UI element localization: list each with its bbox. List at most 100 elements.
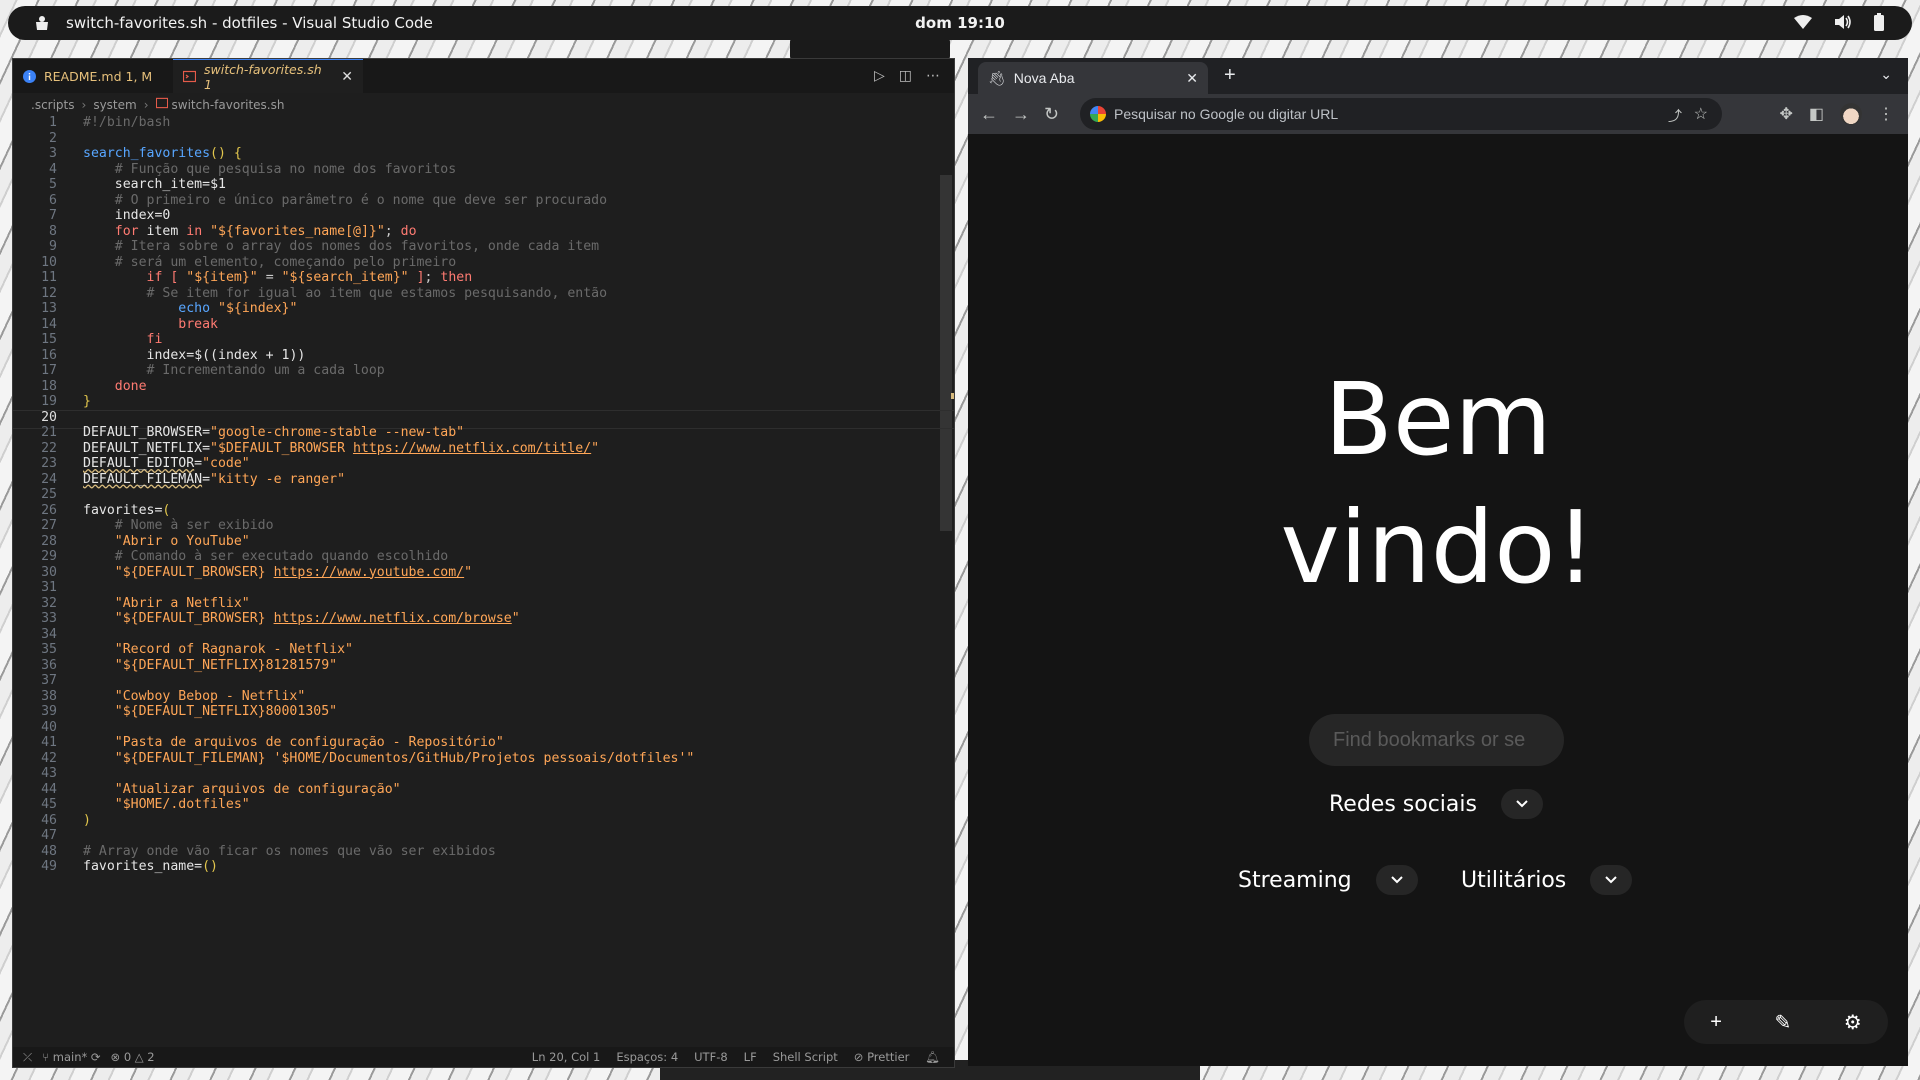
reload-icon[interactable]: ↻	[1044, 104, 1059, 125]
code-line[interactable]: 45 "$HOME/.dotfiles"	[13, 797, 250, 813]
code-line[interactable]: 30 "${DEFAULT_BROWSER} https://www.youtu…	[13, 565, 472, 581]
code-line[interactable]: 43	[13, 766, 83, 782]
new-tab-button[interactable]: +	[1224, 64, 1236, 87]
code-line[interactable]: 17 # Incrementando um a cada loop	[13, 363, 385, 379]
indentation[interactable]: Espaços: 4	[616, 1050, 678, 1064]
breadcrumb-item[interactable]: system	[93, 98, 136, 112]
bookmark-search-input[interactable]: Find bookmarks or se	[1309, 714, 1564, 766]
code-line[interactable]: 26 favorites=(	[13, 503, 170, 519]
more-icon[interactable]: ⋯	[926, 68, 940, 84]
settings-icon[interactable]: ⚙	[1844, 1010, 1862, 1035]
language-mode[interactable]: Shell Script	[773, 1050, 838, 1064]
code-line[interactable]: 6 # O primeiro e único parâmetro é o nom…	[13, 193, 607, 209]
remote-icon[interactable]: ⤫	[23, 1050, 32, 1065]
close-tab-icon[interactable]: ✕	[341, 69, 353, 85]
code-line[interactable]: 46)	[13, 813, 91, 829]
volume-icon[interactable]	[1834, 14, 1852, 30]
code-line[interactable]: 8 for item in "${favorites_name[@]}"; do	[13, 224, 417, 240]
code-line[interactable]: 47	[13, 828, 83, 844]
side-panel-icon[interactable]: ◧	[1809, 104, 1824, 124]
run-icon[interactable]: ▷	[874, 68, 885, 84]
code-line[interactable]: 2	[13, 131, 83, 147]
edit-icon[interactable]: ✎	[1774, 1010, 1791, 1035]
bookmark-star-icon[interactable]: ☆	[1694, 104, 1708, 124]
code-line[interactable]: 5 search_item=$1	[13, 177, 226, 193]
code-line[interactable]: 16 index=$((index + 1))	[13, 348, 305, 364]
formatter[interactable]: ⊘ Prettier	[854, 1050, 910, 1064]
code-line[interactable]: 1 #!/bin/bash	[13, 115, 170, 131]
code-line[interactable]: 10 # será um elemento, começando pelo pr…	[13, 255, 456, 271]
code-line[interactable]: 48 # Array onde vão ficar os nomes que vã…	[13, 844, 496, 860]
breadcrumb-item[interactable]: .scripts	[31, 98, 75, 112]
chevron-down-icon[interactable]	[1500, 789, 1543, 819]
code-line[interactable]: 28 "Abrir o YouTube"	[13, 534, 250, 550]
battery-icon[interactable]	[1874, 13, 1884, 31]
split-editor-icon[interactable]: ◫	[899, 68, 912, 84]
code-line[interactable]: 21 DEFAULT_BROWSER="google-chrome-stable …	[13, 425, 464, 441]
code-line[interactable]: 22 DEFAULT_NETFLIX="$DEFAULT_BROWSER http…	[13, 441, 599, 457]
code-line[interactable]: 19}	[13, 394, 91, 410]
avatar[interactable]	[1840, 103, 1862, 125]
tab-readme[interactable]: README.md 1, M	[13, 59, 168, 93]
editor-scrollbar[interactable]	[940, 175, 952, 531]
code-line[interactable]: 9 # Itera sobre o array dos nomes dos fa…	[13, 239, 599, 255]
code-line[interactable]: 15 fi	[13, 332, 162, 348]
code-line[interactable]: 27 # Nome à ser exibido	[13, 518, 273, 534]
tab-search-icon[interactable]: ⌄	[1880, 66, 1892, 83]
address-bar[interactable]: Pesquisar no Google ou digitar URL ⤴ ☆	[1080, 98, 1722, 130]
chevron-down-icon[interactable]	[1375, 865, 1418, 895]
forward-icon[interactable]: →	[1012, 104, 1030, 125]
menu-icon[interactable]: ⋮	[1878, 104, 1894, 124]
code-line[interactable]: 44 "Atualizar arquivos de configuração"	[13, 782, 400, 798]
code-line[interactable]: 14 break	[13, 317, 218, 333]
bell-icon[interactable]: 🔔︎	[925, 1050, 940, 1064]
line-ending[interactable]: LF	[744, 1050, 757, 1064]
breadcrumb-item[interactable]: switch-favorites.sh	[172, 98, 285, 112]
code-line[interactable]: 11 if [ "${item}" = "${search_item}" ]; …	[13, 270, 472, 286]
group-utilitarios[interactable]: Utilitários	[1461, 865, 1633, 895]
code-editor[interactable]: 1 #!/bin/bash 2 3 search_favorites() {4 # Fu…	[13, 115, 954, 1046]
close-tab-icon[interactable]: ✕	[1186, 70, 1198, 87]
code-line[interactable]: 7 index=0	[13, 208, 170, 224]
code-line[interactable]: 41 "Pasta de arquivos de configuração - …	[13, 735, 504, 751]
code-line[interactable]: 32 "Abrir a Netflix"	[13, 596, 250, 612]
code-line[interactable]: 12 # Se item for igual ao item que estam…	[13, 286, 607, 302]
encoding[interactable]: UTF-8	[694, 1050, 728, 1064]
clock[interactable]: dom 19:10	[8, 14, 1912, 32]
tab-switch-favorites[interactable]: switch-favorites.sh 1 ✕	[173, 59, 363, 93]
code-line[interactable]: 39 "${DEFAULT_NETFLIX}80001305"	[13, 704, 337, 720]
code-line[interactable]: 4 # Função que pesquisa no nome dos favo…	[13, 162, 456, 178]
code-line[interactable]: 29 # Comando à ser executado quando esco…	[13, 549, 448, 565]
share-icon[interactable]: ⤴	[1668, 106, 1682, 126]
code-line[interactable]: 34	[13, 627, 83, 643]
code-line[interactable]: 36 "${DEFAULT_NETFLIX}81281579"	[13, 658, 337, 674]
line-number: 26	[41, 502, 57, 518]
code-line[interactable]: 18 done	[13, 379, 146, 395]
code-line[interactable]: 33 "${DEFAULT_BROWSER} https://www.netfl…	[13, 611, 520, 627]
problems-count[interactable]: ⊗ 0 △ 2	[111, 1050, 155, 1065]
system-tray[interactable]	[1794, 13, 1884, 31]
code-line[interactable]: 23 DEFAULT_EDITOR="code"	[13, 456, 250, 472]
extensions-icon[interactable]: ✥	[1779, 104, 1792, 124]
chevron-down-icon[interactable]	[1590, 865, 1633, 895]
code-line[interactable]: 3 search_favorites() {	[13, 146, 242, 162]
code-line[interactable]: 24 DEFAULT_FILEMAN="kitty -e ranger"	[13, 472, 345, 488]
back-icon[interactable]: ←	[980, 104, 998, 125]
code-line[interactable]: 20	[13, 410, 83, 426]
group-redes-sociais[interactable]: Redes sociais	[1329, 789, 1543, 819]
code-line[interactable]: 13 echo "${index}"	[13, 301, 297, 317]
code-line[interactable]: 38 "Cowboy Bebop - Netflix"	[13, 689, 305, 705]
code-line[interactable]: 40	[13, 720, 83, 736]
wifi-icon[interactable]	[1794, 15, 1812, 29]
git-branch[interactable]: ⑂ main* ⟳	[42, 1050, 100, 1065]
cursor-position[interactable]: Ln 20, Col 1	[532, 1050, 601, 1064]
code-line[interactable]: 25	[13, 487, 83, 503]
code-line[interactable]: 49 favorites_name=()	[13, 859, 218, 875]
code-line[interactable]: 35 "Record of Ragnarok - Netflix"	[13, 642, 353, 658]
code-line[interactable]: 31	[13, 580, 83, 596]
tab-nova-aba[interactable]: 👋︎ Nova Aba ✕	[978, 62, 1208, 94]
add-icon[interactable]: +	[1710, 1011, 1722, 1034]
code-line[interactable]: 42 "${DEFAULT_FILEMAN} '$HOME/Documentos…	[13, 751, 694, 767]
group-streaming[interactable]: Streaming	[1238, 865, 1418, 895]
code-line[interactable]: 37	[13, 673, 83, 689]
